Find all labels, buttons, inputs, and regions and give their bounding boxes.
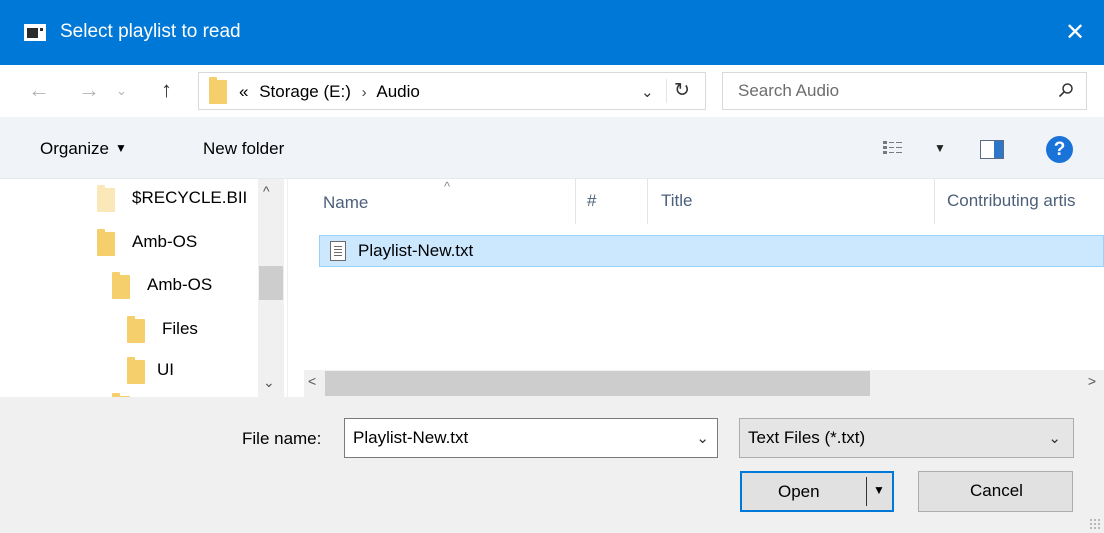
column-divider[interactable] xyxy=(575,179,576,224)
recent-locations-dropdown[interactable]: ⌄ xyxy=(116,83,127,99)
open-button[interactable]: Open ▼ xyxy=(740,471,894,512)
column-number[interactable]: # xyxy=(587,191,596,211)
refresh-icon[interactable]: ↻ xyxy=(674,79,690,102)
chevron-down-icon[interactable]: ⌄ xyxy=(696,429,709,447)
file-name-combobox[interactable]: ⌄ xyxy=(344,418,718,458)
nav-item-label: $RECYCLE.BII xyxy=(132,188,248,207)
organize-button[interactable]: Organize ▼ xyxy=(40,139,127,159)
app-icon xyxy=(24,24,46,41)
scroll-right-icon[interactable]: > xyxy=(1088,373,1096,389)
address-row: ← → ⌄ ↑ « Storage (E:) › Audio ⌄ ↻ xyxy=(0,65,1104,117)
column-name[interactable]: Name xyxy=(323,193,368,213)
preview-pane-icon[interactable] xyxy=(980,140,1004,159)
pane-divider[interactable] xyxy=(287,179,288,397)
file-name-label: File name: xyxy=(242,429,322,448)
breadcrumb-audio[interactable]: Audio xyxy=(376,82,419,101)
column-header: ^ Name # Title Contributing artis xyxy=(304,179,1104,224)
folder-icon xyxy=(209,77,227,104)
file-type-select[interactable]: Text Files (*.txt) ⌄ xyxy=(739,418,1074,458)
scroll-thumb[interactable] xyxy=(325,371,870,396)
file-name: Playlist-New.txt xyxy=(358,241,474,260)
chevron-down-icon: ⌄ xyxy=(1048,430,1061,447)
address-dropdown-icon[interactable]: ⌄ xyxy=(641,83,654,101)
sort-ascending-icon: ^ xyxy=(444,179,451,194)
organize-label: Organize xyxy=(40,139,109,158)
column-title[interactable]: Title xyxy=(661,191,693,211)
cancel-button[interactable]: Cancel xyxy=(918,471,1073,512)
view-dropdown-icon[interactable]: ▼ xyxy=(934,141,946,155)
nav-item-label: Amb-OS xyxy=(132,232,198,251)
text-file-icon xyxy=(330,241,346,261)
folder-icon xyxy=(127,316,145,343)
help-icon[interactable]: ? xyxy=(1046,136,1073,163)
breadcrumb-overflow[interactable]: « xyxy=(239,82,248,101)
nav-item-label: Amb-OS xyxy=(147,275,213,294)
close-icon[interactable]: ✕ xyxy=(1046,0,1104,65)
new-folder-button[interactable]: New folder xyxy=(203,139,284,159)
open-label: Open xyxy=(778,482,820,501)
file-row-selected[interactable]: Playlist-New.txt xyxy=(319,235,1104,267)
navigation-pane: $RECYCLE.BII Amb-OS Amb-OS Files UI ^ ⌄ xyxy=(0,179,287,397)
file-list: ^ Name # Title Contributing artis Playli… xyxy=(304,179,1104,397)
nav-scrollbar[interactable]: ^ ⌄ xyxy=(258,179,284,397)
horizontal-scrollbar[interactable]: < > xyxy=(304,370,1104,397)
split-divider xyxy=(866,477,867,506)
column-divider[interactable] xyxy=(934,179,935,224)
view-options-icon[interactable] xyxy=(883,140,903,156)
scroll-left-icon[interactable]: < xyxy=(308,373,316,389)
up-arrow-icon[interactable]: ↑ xyxy=(161,77,172,103)
breadcrumb-separator[interactable]: › xyxy=(362,84,367,101)
nav-item-label: Files xyxy=(162,319,198,338)
scroll-thumb[interactable] xyxy=(259,266,283,300)
address-divider xyxy=(666,79,667,103)
title-bar: Select playlist to read ✕ xyxy=(0,0,1104,65)
chevron-down-icon: ▼ xyxy=(114,141,127,155)
column-contributing-artists[interactable]: Contributing artis xyxy=(947,191,1076,211)
search-icon[interactable] xyxy=(1058,82,1073,98)
window-title: Select playlist to read xyxy=(60,21,241,42)
dialog-footer: File name: ⌄ Text Files (*.txt) ⌄ Open ▼… xyxy=(0,397,1104,533)
forward-arrow-icon[interactable]: → xyxy=(78,77,100,103)
breadcrumb: « Storage (E:) › Audio xyxy=(239,82,420,102)
column-divider[interactable] xyxy=(647,179,648,224)
folder-icon xyxy=(127,357,145,384)
search-input[interactable] xyxy=(723,73,1043,109)
cancel-label: Cancel xyxy=(970,481,1023,500)
breadcrumb-storage[interactable]: Storage (E:) xyxy=(259,82,351,101)
command-bar: Organize ▼ New folder ▼ ? xyxy=(0,117,1104,179)
address-bar[interactable]: « Storage (E:) › Audio ⌄ ↻ xyxy=(198,72,706,110)
scroll-down-icon[interactable]: ⌄ xyxy=(263,374,275,391)
file-name-input[interactable] xyxy=(345,419,675,457)
folder-icon xyxy=(112,272,130,299)
resize-grip-icon[interactable] xyxy=(1089,518,1101,530)
nav-item-label: UI xyxy=(157,360,174,379)
folder-icon xyxy=(97,229,115,256)
search-box[interactable] xyxy=(722,72,1087,110)
back-arrow-icon[interactable]: ← xyxy=(28,77,50,103)
scroll-up-icon[interactable]: ^ xyxy=(263,183,270,199)
open-dropdown-icon[interactable]: ▼ xyxy=(873,483,885,497)
folder-icon xyxy=(97,185,115,212)
file-type-value: Text Files (*.txt) xyxy=(748,428,866,447)
